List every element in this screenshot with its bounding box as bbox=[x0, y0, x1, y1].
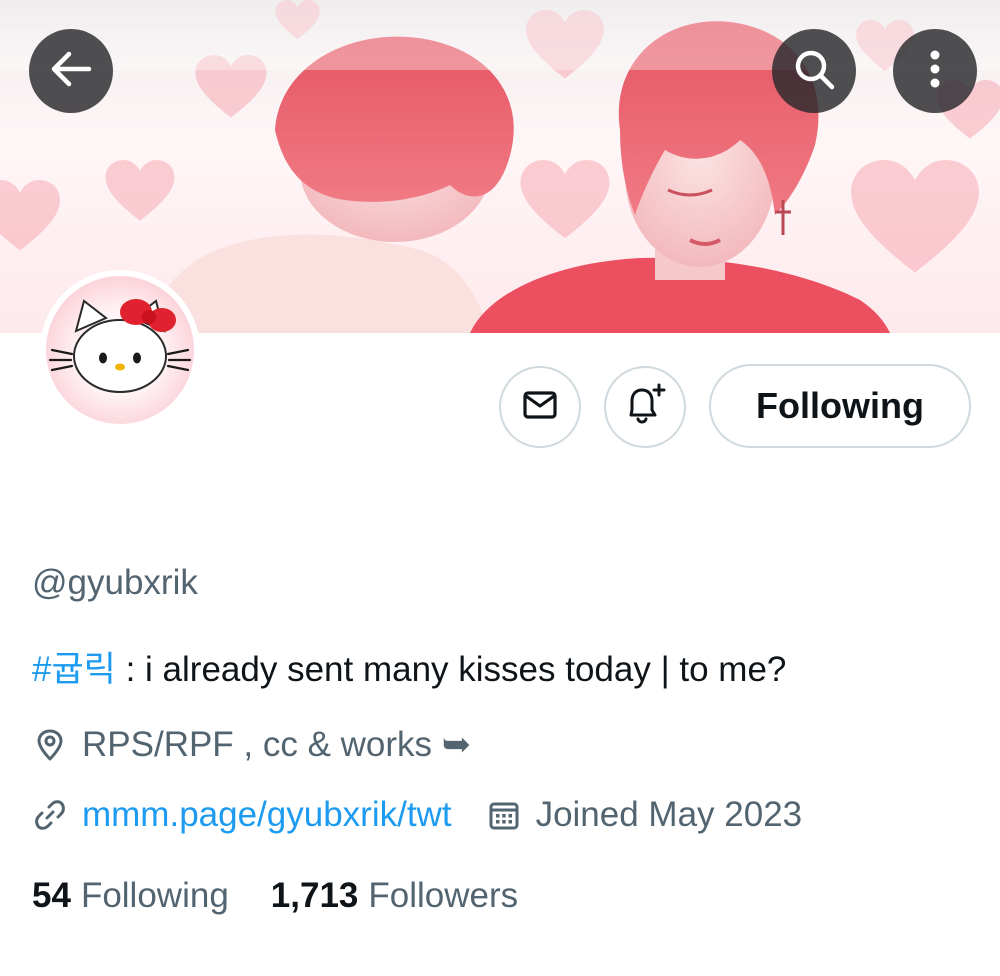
more-vertical-icon bbox=[913, 47, 957, 96]
website-joined-row: mmm.page/gyubxrik/twt Joined May 2023 bbox=[32, 795, 802, 835]
followers-label: Followers bbox=[368, 876, 519, 915]
bio-text: : i already sent many kisses today | to … bbox=[115, 650, 787, 689]
link-icon bbox=[32, 797, 68, 833]
location-pin-icon bbox=[32, 727, 68, 763]
message-button[interactable] bbox=[499, 366, 581, 448]
following-count: 54 bbox=[32, 876, 71, 915]
hello-kitty-avatar bbox=[48, 299, 192, 393]
followers-count: 1,713 bbox=[270, 876, 359, 915]
more-options-button[interactable] bbox=[893, 29, 977, 113]
following-button[interactable]: Following bbox=[709, 364, 971, 448]
location-row: RPS/RPF , cc & works ➥ bbox=[32, 725, 471, 765]
arrow-left-icon bbox=[49, 47, 93, 96]
profile-joined-date: Joined May 2023 bbox=[535, 795, 803, 834]
bio-hashtag-link[interactable]: #귭릭 bbox=[32, 650, 116, 689]
profile-bio: #귭릭 : i already sent many kisses today |… bbox=[32, 641, 786, 692]
bell-plus-icon bbox=[622, 382, 668, 433]
search-icon bbox=[792, 47, 836, 96]
followers-stat-link[interactable]: 1,713 Followers bbox=[271, 876, 518, 916]
avatar[interactable] bbox=[40, 270, 200, 430]
profile-location: RPS/RPF , cc & works ➥ bbox=[82, 725, 472, 764]
following-stat-link[interactable]: 54 Following bbox=[32, 876, 229, 916]
envelope-icon bbox=[521, 386, 559, 429]
profile-handle: @gyubxrik bbox=[32, 563, 198, 602]
profile-website-link[interactable]: mmm.page/gyubxrik/twt bbox=[82, 795, 452, 835]
notifications-button[interactable] bbox=[604, 366, 686, 448]
calendar-icon bbox=[486, 797, 522, 833]
back-button[interactable] bbox=[29, 29, 113, 113]
following-label: Following bbox=[80, 876, 229, 915]
search-button[interactable] bbox=[772, 29, 856, 113]
follow-stats: 54 Following 1,713 Followers bbox=[32, 876, 560, 916]
